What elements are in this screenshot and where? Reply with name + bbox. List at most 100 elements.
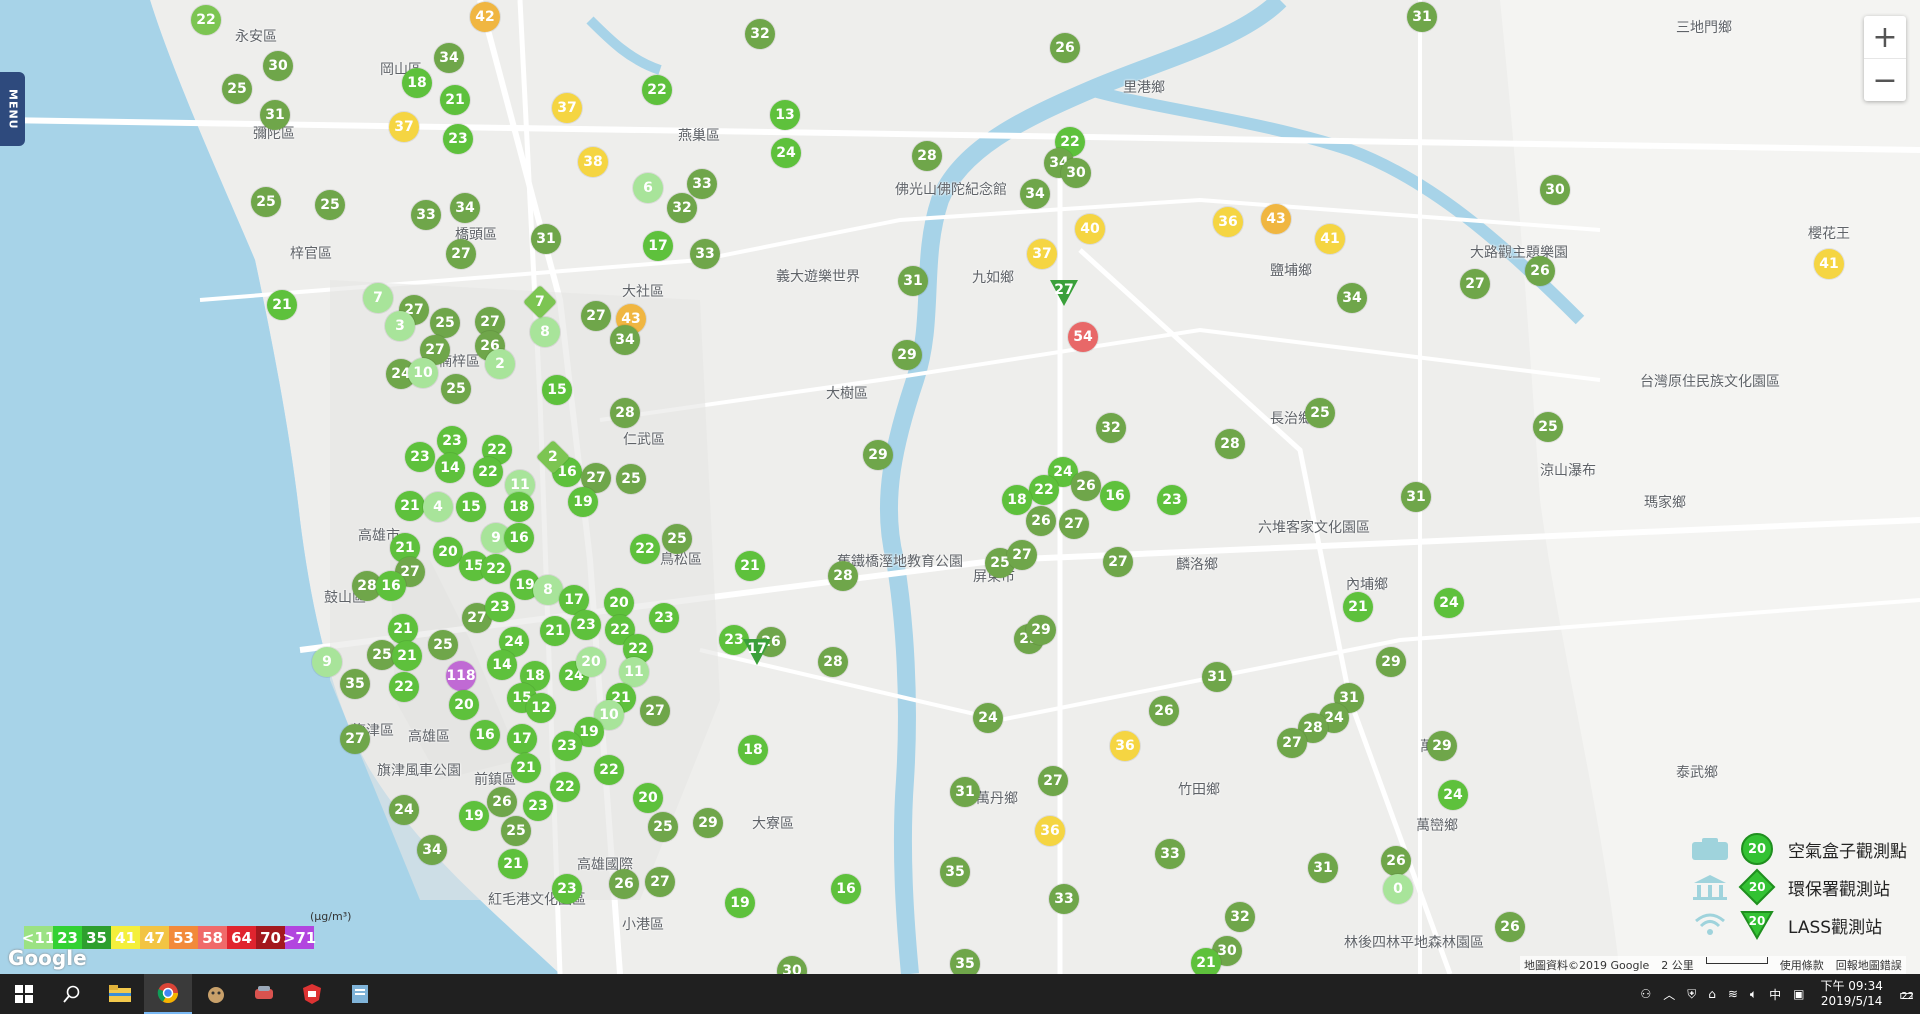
airbox-station-marker[interactable]: 30 [1061, 158, 1091, 188]
airbox-station-marker[interactable]: 31 [1202, 662, 1232, 692]
airbox-station-marker[interactable]: 34 [450, 193, 480, 223]
airbox-station-marker[interactable]: 23 [523, 791, 553, 821]
airbox-station-marker[interactable]: 14 [435, 453, 465, 483]
airbox-station-marker[interactable]: 36 [1110, 731, 1140, 761]
airbox-station-marker[interactable]: 27 [1460, 269, 1490, 299]
airbox-station-marker[interactable]: 28 [828, 561, 858, 591]
airbox-station-marker[interactable]: 23 [552, 731, 582, 761]
airbox-station-marker[interactable]: 20 [449, 690, 479, 720]
airbox-station-marker[interactable]: 7 [363, 283, 393, 313]
airbox-station-marker[interactable]: 22 [630, 534, 660, 564]
airbox-station-marker[interactable]: 33 [1049, 884, 1079, 914]
airbox-station-marker[interactable]: 29 [892, 340, 922, 370]
airbox-station-marker[interactable]: 118 [446, 661, 476, 691]
airbox-station-marker[interactable]: 37 [1027, 239, 1057, 269]
airbox-station-marker[interactable]: 23 [649, 603, 679, 633]
airbox-station-marker[interactable]: 22 [473, 457, 503, 487]
airbox-station-marker[interactable]: 23 [437, 426, 467, 456]
airbox-station-marker[interactable]: 33 [1155, 839, 1185, 869]
airbox-station-marker[interactable]: 35 [940, 857, 970, 887]
airbox-station-marker[interactable]: 16 [376, 571, 406, 601]
airbox-station-marker[interactable]: 27 [581, 301, 611, 331]
map-canvas[interactable]: 永安區 岡山區 彌陀區 燕巢區 梓官區 橋頭區 大社區 楠梓區 仁武區 大樹區 佛光山佛陀紀念館 義大… [0, 0, 1920, 974]
airbox-station-marker[interactable]: 35 [950, 949, 980, 974]
keyboard-icon[interactable]: ▣ [1793, 987, 1804, 1001]
airbox-station-marker[interactable]: 28 [818, 647, 848, 677]
airbox-station-marker[interactable]: 36 [1213, 207, 1243, 237]
airbox-station-marker[interactable]: 21 [388, 614, 418, 644]
file-explorer-button[interactable] [96, 974, 144, 1014]
airbox-station-marker[interactable]: 21 [1343, 592, 1373, 622]
airbox-station-marker[interactable]: 21 [735, 551, 765, 581]
airbox-station-marker[interactable]: 22 [642, 75, 672, 105]
airbox-station-marker[interactable]: 34 [434, 43, 464, 73]
airbox-station-marker[interactable]: 21 [1191, 948, 1221, 974]
airbox-station-marker[interactable]: 3 [385, 311, 415, 341]
airbox-station-marker[interactable]: 0 [1383, 874, 1413, 904]
airbox-station-marker[interactable]: 18 [504, 492, 534, 522]
airbox-station-marker[interactable]: 31 [1308, 853, 1338, 883]
airbox-station-marker[interactable]: 29 [1376, 647, 1406, 677]
report-map-error-link[interactable]: 回報地圖錯誤 [1836, 957, 1902, 973]
airbox-station-marker[interactable]: 33 [690, 239, 720, 269]
airbox-station-marker[interactable]: 24 [389, 795, 419, 825]
airbox-station-marker[interactable]: 54 [1068, 322, 1098, 352]
airbox-station-marker[interactable]: 16 [504, 523, 534, 553]
app-button-3[interactable] [288, 974, 336, 1014]
airbox-station-marker[interactable]: 16 [1100, 481, 1130, 511]
airbox-station-marker[interactable]: 22 [191, 5, 221, 35]
volume-icon[interactable]: 🔈︎ [1750, 987, 1757, 1002]
airbox-station-marker[interactable]: 23 [405, 442, 435, 472]
airbox-station-marker[interactable]: 23 [1157, 485, 1187, 515]
people-icon[interactable]: ⚇ [1640, 987, 1651, 1001]
airbox-station-marker[interactable]: 38 [578, 147, 608, 177]
airbox-station-marker[interactable]: 26 [1525, 256, 1555, 286]
airbox-station-marker[interactable]: 22 [481, 554, 511, 584]
airbox-station-marker[interactable]: 32 [745, 19, 775, 49]
airbox-station-marker[interactable]: 21 [392, 641, 422, 671]
search-button[interactable] [48, 974, 96, 1014]
airbox-station-marker[interactable]: 20 [576, 647, 606, 677]
airbox-station-marker[interactable]: 30 [1540, 175, 1570, 205]
airbox-station-marker[interactable]: 21 [267, 290, 297, 320]
airbox-station-marker[interactable]: 25 [315, 190, 345, 220]
airbox-station-marker[interactable]: 2 [485, 349, 515, 379]
airbox-station-marker[interactable]: 34 [417, 835, 447, 865]
airbox-station-marker[interactable]: 14 [487, 650, 517, 680]
airbox-station-marker[interactable]: 43 [1261, 204, 1291, 234]
airbox-station-marker[interactable]: 22 [389, 672, 419, 702]
airbox-station-marker[interactable]: 19 [568, 487, 598, 517]
airbox-station-marker[interactable]: 21 [440, 85, 470, 115]
airbox-station-marker[interactable]: 31 [531, 224, 561, 254]
airbox-station-marker[interactable]: 28 [912, 141, 942, 171]
airbox-station-marker[interactable]: 25 [251, 187, 281, 217]
ime-indicator[interactable]: 中 [1769, 986, 1781, 1003]
lass-station-marker[interactable]: 27 [1049, 279, 1079, 309]
airbox-station-marker[interactable]: 15 [456, 492, 486, 522]
zoom-out-button[interactable]: − [1864, 59, 1906, 101]
airbox-station-marker[interactable]: 27 [1038, 766, 1068, 796]
airbox-station-marker[interactable]: 31 [950, 777, 980, 807]
airbox-station-marker[interactable]: 27 [340, 724, 370, 754]
airbox-station-marker[interactable]: 21 [395, 491, 425, 521]
airbox-station-marker[interactable]: 24 [1434, 588, 1464, 618]
airbox-station-marker[interactable]: 27 [640, 696, 670, 726]
airbox-station-marker[interactable]: 27 [1059, 509, 1089, 539]
airbox-station-marker[interactable]: 42 [470, 2, 500, 32]
airbox-station-marker[interactable]: 31 [1407, 2, 1437, 32]
airbox-station-marker[interactable]: 16 [831, 874, 861, 904]
airbox-station-marker[interactable]: 28 [1215, 429, 1245, 459]
airbox-station-marker[interactable]: 25 [1305, 398, 1335, 428]
airbox-station-marker[interactable]: 21 [540, 616, 570, 646]
airbox-station-marker[interactable]: 8 [530, 317, 560, 347]
airbox-station-marker[interactable]: 36 [1035, 816, 1065, 846]
start-button[interactable] [0, 974, 48, 1014]
airbox-station-marker[interactable]: 25 [648, 812, 678, 842]
airbox-station-marker[interactable]: 40 [1075, 214, 1105, 244]
tray-chevron-up-icon[interactable]: ︿ [1663, 986, 1675, 1003]
airbox-station-marker[interactable]: 25 [428, 630, 458, 660]
airbox-station-marker[interactable]: 25 [616, 464, 646, 494]
airbox-station-marker[interactable]: 27 [1103, 547, 1133, 577]
airbox-station-marker[interactable]: 27 [446, 239, 476, 269]
airbox-station-marker[interactable]: 23 [485, 592, 515, 622]
